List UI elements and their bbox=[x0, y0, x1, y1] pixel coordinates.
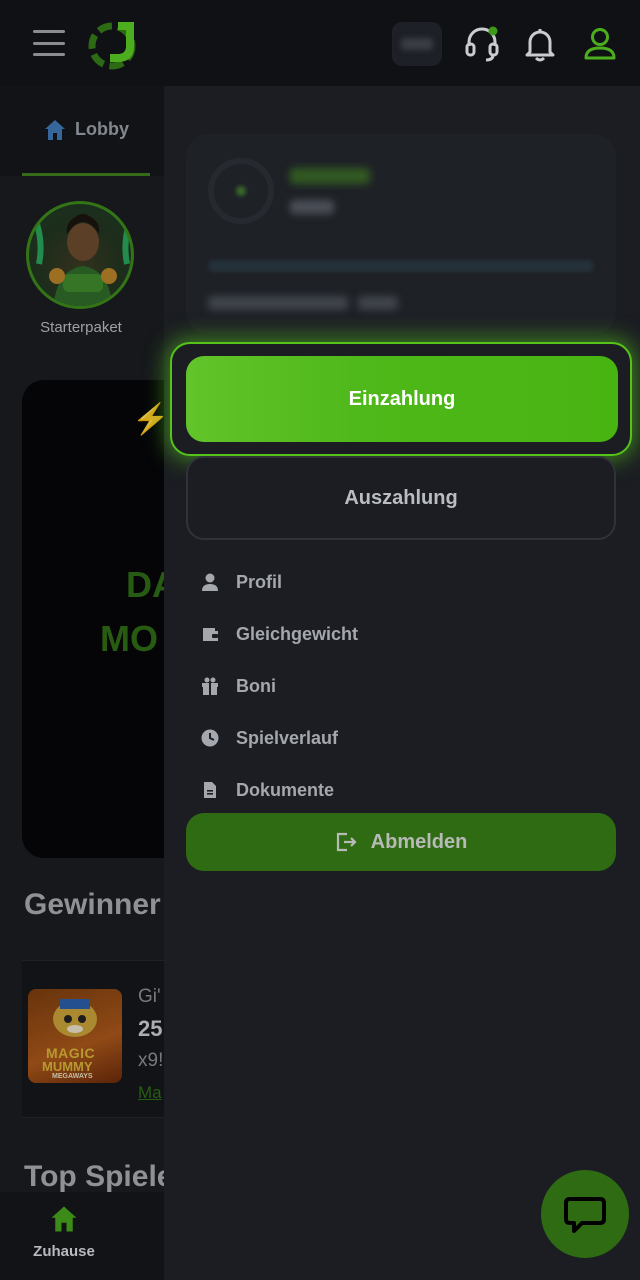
headset-icon[interactable] bbox=[462, 24, 502, 64]
deposit-button[interactable]: Einzahlung bbox=[186, 356, 618, 442]
logout-label: Abmelden bbox=[370, 830, 468, 853]
menu-item-game-history[interactable]: Spielverlauf bbox=[200, 712, 600, 764]
wallet-icon bbox=[203, 628, 218, 641]
balance-blurred[interactable] bbox=[392, 22, 442, 66]
user-icon[interactable] bbox=[580, 24, 620, 64]
home-icon bbox=[51, 1206, 77, 1232]
next-level-blurred bbox=[208, 296, 348, 310]
bell-icon[interactable] bbox=[520, 24, 560, 64]
drawer-backdrop[interactable] bbox=[0, 86, 164, 1280]
user-icon bbox=[202, 573, 218, 591]
level-card bbox=[186, 134, 616, 334]
nav-home-label: Zuhause bbox=[33, 1243, 95, 1260]
withdraw-button[interactable]: Auszahlung bbox=[186, 456, 616, 540]
level-name-blurred bbox=[290, 168, 370, 184]
menu-item-bonuses[interactable]: Boni bbox=[200, 660, 600, 712]
account-drawer: Einzahlung Auszahlung Profil Gleichgewic… bbox=[164, 86, 640, 1280]
menu-item-balance[interactable]: Gleichgewicht bbox=[200, 608, 600, 660]
menu-item-label: Dokumente bbox=[236, 779, 335, 800]
chat-icon bbox=[564, 1197, 606, 1233]
top-header bbox=[0, 0, 640, 86]
clock-icon bbox=[201, 729, 219, 747]
document-icon bbox=[204, 782, 216, 798]
menu-item-label: Boni bbox=[236, 675, 276, 696]
brand-logo[interactable] bbox=[88, 16, 142, 70]
live-chat-button[interactable] bbox=[541, 1170, 629, 1258]
nav-home[interactable]: Zuhause bbox=[28, 1204, 100, 1260]
menu-item-label: Profil bbox=[236, 571, 283, 592]
menu-item-label: Spielverlauf bbox=[236, 727, 339, 748]
logout-button[interactable]: Abmelden bbox=[186, 813, 616, 871]
gift-icon bbox=[202, 677, 218, 695]
menu-item-documents[interactable]: Dokumente bbox=[200, 764, 600, 816]
menu-item-label: Gleichgewicht bbox=[236, 623, 359, 644]
hamburger-icon[interactable] bbox=[33, 30, 65, 56]
level-progress-bar bbox=[208, 260, 594, 272]
deposit-button-highlight: Einzahlung bbox=[170, 342, 632, 456]
account-menu: Profil Gleichgewicht Boni Spielverlauf D… bbox=[200, 556, 600, 816]
next-level-value-blurred bbox=[358, 296, 398, 310]
level-ring bbox=[208, 158, 274, 224]
menu-item-profile[interactable]: Profil bbox=[200, 556, 600, 608]
level-points-blurred bbox=[290, 200, 334, 214]
logout-icon bbox=[336, 832, 357, 852]
